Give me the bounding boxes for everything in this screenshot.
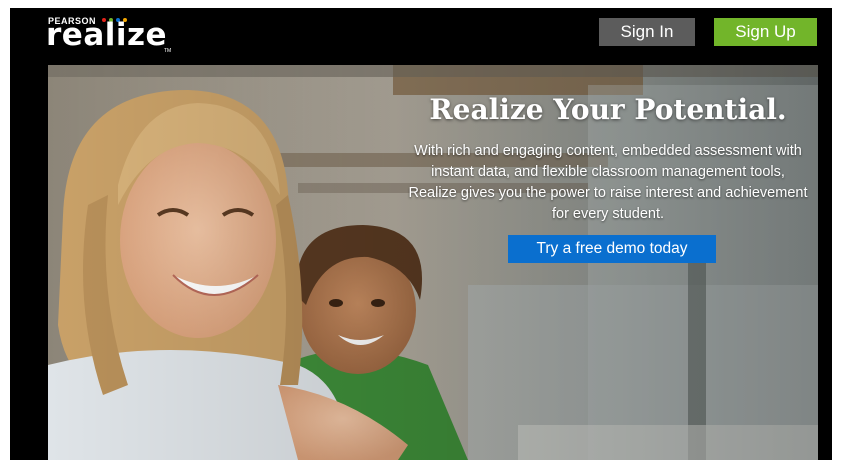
free-demo-button[interactable]: Try a free demo today bbox=[508, 235, 716, 263]
hero-title: Realize Your Potential. bbox=[429, 93, 787, 126]
sign-up-button[interactable]: Sign Up bbox=[714, 18, 817, 46]
hero-description: With rich and engaging content, embedded… bbox=[408, 143, 808, 222]
logo-trademark: TM bbox=[164, 48, 172, 54]
page-frame: PEARSON realize TM Sign In Sign Up Reali… bbox=[10, 8, 832, 460]
pearson-realize-logo[interactable]: PEARSON realize TM bbox=[46, 16, 186, 62]
logo-product: realize bbox=[46, 17, 168, 53]
hero-banner: Realize Your Potential. With rich and en… bbox=[48, 65, 818, 460]
sign-in-button[interactable]: Sign In bbox=[599, 18, 695, 46]
